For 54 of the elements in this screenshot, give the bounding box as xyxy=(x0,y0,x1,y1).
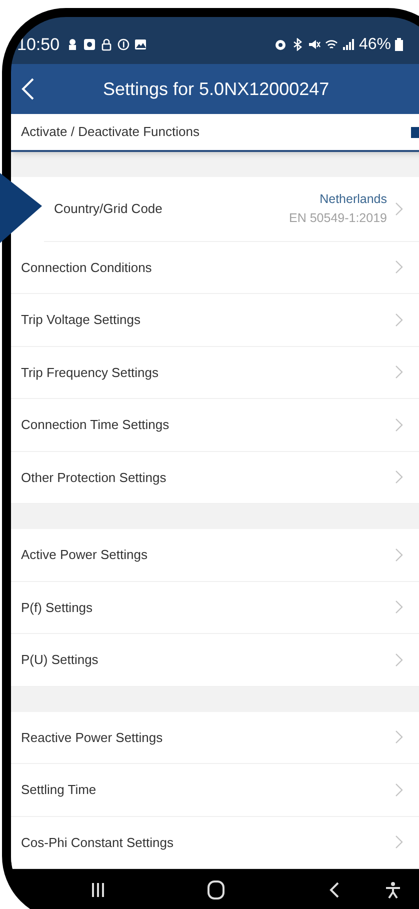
battery-icon xyxy=(395,38,403,51)
row-subvalue: EN 50549-1:2019 xyxy=(289,210,387,226)
chevron-right-icon xyxy=(395,260,403,274)
shield-icon xyxy=(116,38,130,51)
settings-row[interactable]: P(f) Settings xyxy=(11,582,419,634)
chevron-right-icon xyxy=(395,782,403,797)
row-label: Trip Voltage Settings xyxy=(21,311,142,329)
battery-percent: 46% xyxy=(358,34,391,54)
settings-row[interactable]: Trip Voltage Settings xyxy=(11,294,419,346)
chevron-right-icon xyxy=(395,730,403,744)
image-icon xyxy=(134,38,147,51)
status-time: 10:50 xyxy=(17,34,60,56)
chevron-right-icon xyxy=(395,365,403,380)
row-label: Cos-Phi Constant Settings xyxy=(21,834,174,852)
chevron-right-icon xyxy=(395,312,403,327)
chevron-right-icon xyxy=(395,418,403,432)
settings-row[interactable]: Active Power Settings xyxy=(11,529,419,582)
settings-row[interactable]: Settling Time xyxy=(11,764,419,816)
mute-icon xyxy=(308,38,321,51)
row-label: Reactive Power Settings xyxy=(21,728,164,747)
row-label: P(f) Settings xyxy=(21,598,94,617)
settings-row[interactable]: Country/Grid Code Netherlands EN 50549-1:2019 xyxy=(44,176,419,242)
chevron-right-icon xyxy=(395,652,403,667)
row-label: P(U) Settings xyxy=(21,651,100,669)
row-label: Active Power Settings xyxy=(21,546,148,564)
row-label: Settling Time xyxy=(21,781,98,799)
settings-row[interactable]: Connection Time Settings xyxy=(11,399,419,452)
accessibility-icon[interactable] xyxy=(385,881,401,899)
chevron-right-icon xyxy=(395,600,403,614)
chevron-right-icon xyxy=(395,470,403,484)
chevron-right-icon xyxy=(395,548,403,562)
activate-row[interactable]: Activate / Deactivate Functions xyxy=(11,114,419,152)
lock-icon xyxy=(100,38,113,51)
chevron-right-icon xyxy=(395,202,403,216)
row-label: Connection Time Settings xyxy=(21,416,170,434)
wifi-icon xyxy=(324,38,338,51)
signal-icon xyxy=(342,38,355,51)
settings-row[interactable]: Connection Conditions xyxy=(11,242,419,294)
chevron-right-icon xyxy=(395,835,403,850)
settings-row[interactable]: Other Protection Settings xyxy=(11,452,419,504)
page-title: Settings for 5.0NX12000247 xyxy=(103,78,330,101)
settings-row[interactable]: Reactive Power Settings xyxy=(11,712,419,764)
home-icon[interactable] xyxy=(207,880,225,900)
row-label: Trip Frequency Settings xyxy=(21,364,160,382)
marker-block xyxy=(411,127,419,138)
back-icon[interactable] xyxy=(329,882,339,898)
settings-row[interactable]: Trip Frequency Settings xyxy=(11,346,419,399)
row-label: Connection Conditions xyxy=(21,258,153,276)
row-label: Other Protection Settings xyxy=(21,468,168,487)
settings-row[interactable]: P(U) Settings xyxy=(11,634,419,686)
row-value: Netherlands xyxy=(320,190,387,208)
pointer-arrow xyxy=(0,173,42,243)
row-label: Country/Grid Code xyxy=(54,200,164,218)
recent-apps-icon[interactable] xyxy=(91,882,105,898)
